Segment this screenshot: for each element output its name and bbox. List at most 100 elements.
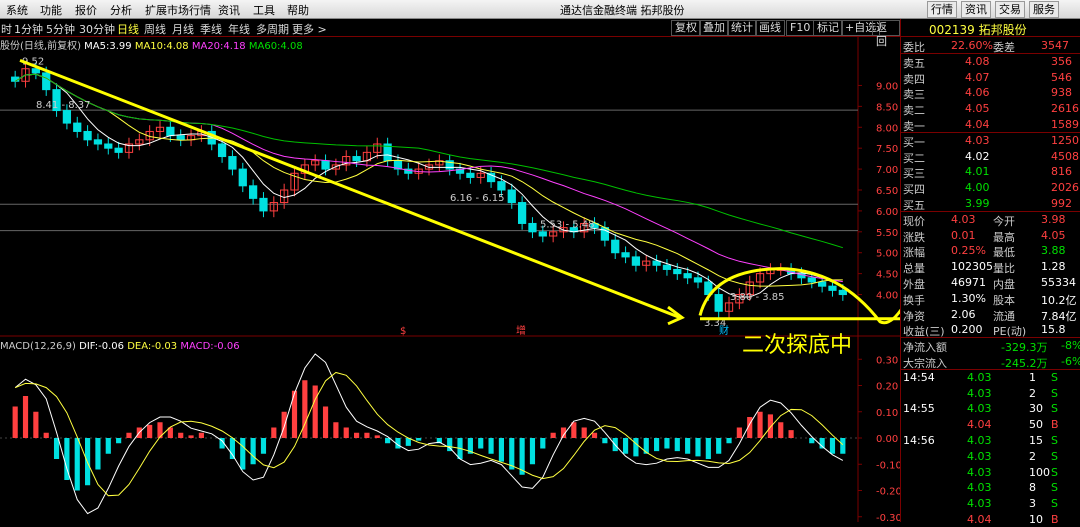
kline-chart[interactable]: 9.00 8.50 8.00 7.50 7.00 6.50 6.00 5.50 5.00 4.50… bbox=[0, 36, 900, 522]
period-quarterly[interactable]: 季线 bbox=[200, 21, 222, 37]
f10-button[interactable]: F10 bbox=[786, 20, 815, 36]
tick-side: S bbox=[1051, 386, 1058, 400]
menu-system[interactable]: 系统 bbox=[6, 2, 28, 18]
ask-row: 卖一 4.04 1589 bbox=[901, 117, 1080, 133]
flow-pct: -8% bbox=[1061, 339, 1080, 353]
ask-price: 4.08 bbox=[965, 54, 990, 68]
menu-help[interactable]: 帮助 bbox=[287, 2, 309, 18]
price-tick-label: 6.00 bbox=[876, 207, 898, 218]
candle-body bbox=[249, 185, 258, 199]
candle-body bbox=[42, 72, 51, 91]
tick-volume: 30 bbox=[1029, 402, 1043, 416]
tick-price: 4.03 bbox=[967, 386, 992, 400]
stat-value: 0.200 bbox=[951, 323, 983, 337]
flow-pct: -6% bbox=[1061, 355, 1080, 368]
bid-label: 买三 bbox=[903, 167, 925, 181]
macd-tick-label: -0.20 bbox=[876, 487, 900, 498]
tick-side: S bbox=[1051, 434, 1058, 447]
dea-value: -0.03 bbox=[151, 341, 178, 352]
period-30min[interactable]: 30分钟 bbox=[79, 21, 115, 37]
trend-line bbox=[19, 58, 681, 319]
ma5-value: 3.99 bbox=[109, 41, 132, 52]
flow-row: 大宗流入-245.2万-6% bbox=[901, 354, 1080, 370]
back-button[interactable]: 返回 bbox=[872, 20, 900, 48]
tick-price: 4.04 bbox=[967, 418, 992, 432]
tick-volume: 2 bbox=[1029, 386, 1036, 400]
ma-indicator-line: 股份(日线,前复权) MA5:3.99 MA10:4.08 MA20:4.18 … bbox=[0, 37, 303, 52]
period-more[interactable]: 更多 > bbox=[292, 21, 327, 37]
tick-volume: 3 bbox=[1029, 497, 1036, 511]
tick-time: 14:55 bbox=[903, 402, 935, 416]
menu-function[interactable]: 功能 bbox=[40, 2, 62, 18]
stat-label-2: 内盘 bbox=[993, 278, 1015, 291]
period-multi[interactable]: 多周期 bbox=[256, 21, 289, 37]
stat-label: 外盘 bbox=[903, 278, 925, 291]
bid-label: 买二 bbox=[903, 151, 925, 165]
candle-body bbox=[73, 122, 82, 132]
tick-price: 4.03 bbox=[967, 402, 992, 416]
period-weekly[interactable]: 周线 bbox=[144, 21, 166, 37]
menu-quote[interactable]: 报价 bbox=[75, 2, 97, 18]
bid-price: 3.99 bbox=[965, 197, 990, 210]
candle-body bbox=[673, 268, 682, 275]
period-time[interactable]: 时 bbox=[1, 21, 12, 37]
news-button[interactable]: 资讯 bbox=[961, 1, 991, 18]
bid-price: 4.03 bbox=[965, 133, 990, 147]
candle-body bbox=[683, 273, 692, 279]
mark-button[interactable]: 标记 bbox=[813, 20, 843, 36]
tick-side: S bbox=[1051, 402, 1058, 416]
period-daily[interactable]: 日线 bbox=[117, 21, 139, 37]
tick-volume: 15 bbox=[1029, 434, 1043, 447]
price-tick-label: 7.00 bbox=[876, 165, 898, 176]
macd-tick-label: -0.10 bbox=[876, 460, 900, 471]
tick-side: S bbox=[1051, 465, 1058, 479]
overlay-button[interactable]: 叠加 bbox=[699, 20, 729, 36]
tick-volume: 100 bbox=[1029, 465, 1050, 479]
tick-row: 4.03 100 S bbox=[901, 465, 1080, 480]
candle-body bbox=[104, 143, 113, 149]
period-monthly[interactable]: 月线 bbox=[172, 21, 194, 37]
candle-body bbox=[818, 281, 827, 287]
period-yearly[interactable]: 年线 bbox=[228, 21, 250, 37]
tick-row: 4.03 3 S bbox=[901, 496, 1080, 511]
price-annotation: 6.16 - 6.15 bbox=[450, 193, 505, 204]
trade-button[interactable]: 交易 bbox=[995, 1, 1025, 18]
candle-body bbox=[217, 143, 227, 158]
fuquan-button[interactable]: 复权 bbox=[671, 20, 701, 36]
stats-button[interactable]: 统计 bbox=[727, 20, 757, 36]
quote-panel: 002139 拓邦股份 委比 22.60% 委差 3547 卖五 4.08 356 卖四 4.0… bbox=[900, 19, 1080, 526]
price-annotation: 5.53 - 5.48 bbox=[540, 220, 595, 231]
tick-row: 4.03 8 S bbox=[901, 480, 1080, 495]
bid-volume: 4508 bbox=[1051, 149, 1079, 163]
period-1min[interactable]: 1分钟 bbox=[14, 21, 43, 37]
service-button[interactable]: 服务 bbox=[1029, 1, 1059, 18]
price-tick-label: 9.00 bbox=[876, 81, 898, 92]
ask-label: 卖五 bbox=[903, 56, 925, 70]
candle-body bbox=[93, 139, 103, 145]
draw-button[interactable]: 画线 bbox=[755, 20, 785, 36]
quote-button[interactable]: 行情 bbox=[927, 1, 957, 18]
tick-side: B bbox=[1051, 513, 1059, 526]
tick-side: S bbox=[1051, 449, 1058, 463]
menu-extended-market[interactable]: 扩展市场行情 bbox=[145, 2, 211, 18]
price-tick-label: 8.50 bbox=[876, 102, 898, 113]
menu-tools[interactable]: 工具 bbox=[253, 2, 275, 18]
period-5min[interactable]: 5分钟 bbox=[46, 21, 75, 37]
candle-body bbox=[83, 130, 92, 141]
stat-label: 换手 bbox=[903, 293, 925, 307]
tick-row: 4.03 2 S bbox=[901, 449, 1080, 464]
menu-news[interactable]: 资讯 bbox=[218, 2, 240, 18]
price-tick-label: 4.50 bbox=[876, 270, 898, 281]
stat-value: 4.03 bbox=[951, 212, 976, 226]
tick-price: 4.03 bbox=[967, 449, 992, 463]
ask-volume: 356 bbox=[1051, 54, 1072, 68]
macd-tick-label: 0.00 bbox=[876, 434, 898, 445]
candle-body bbox=[517, 202, 527, 224]
candle-body bbox=[807, 277, 816, 283]
stat-label-2: 股本 bbox=[993, 293, 1015, 307]
price-annotation: 8.41 - 8.37 bbox=[36, 100, 91, 111]
stat-value-2: 55334 bbox=[1041, 276, 1076, 289]
tick-side: B bbox=[1051, 418, 1059, 432]
menu-analysis[interactable]: 分析 bbox=[110, 2, 132, 18]
stat-label: 总量 bbox=[903, 262, 925, 276]
